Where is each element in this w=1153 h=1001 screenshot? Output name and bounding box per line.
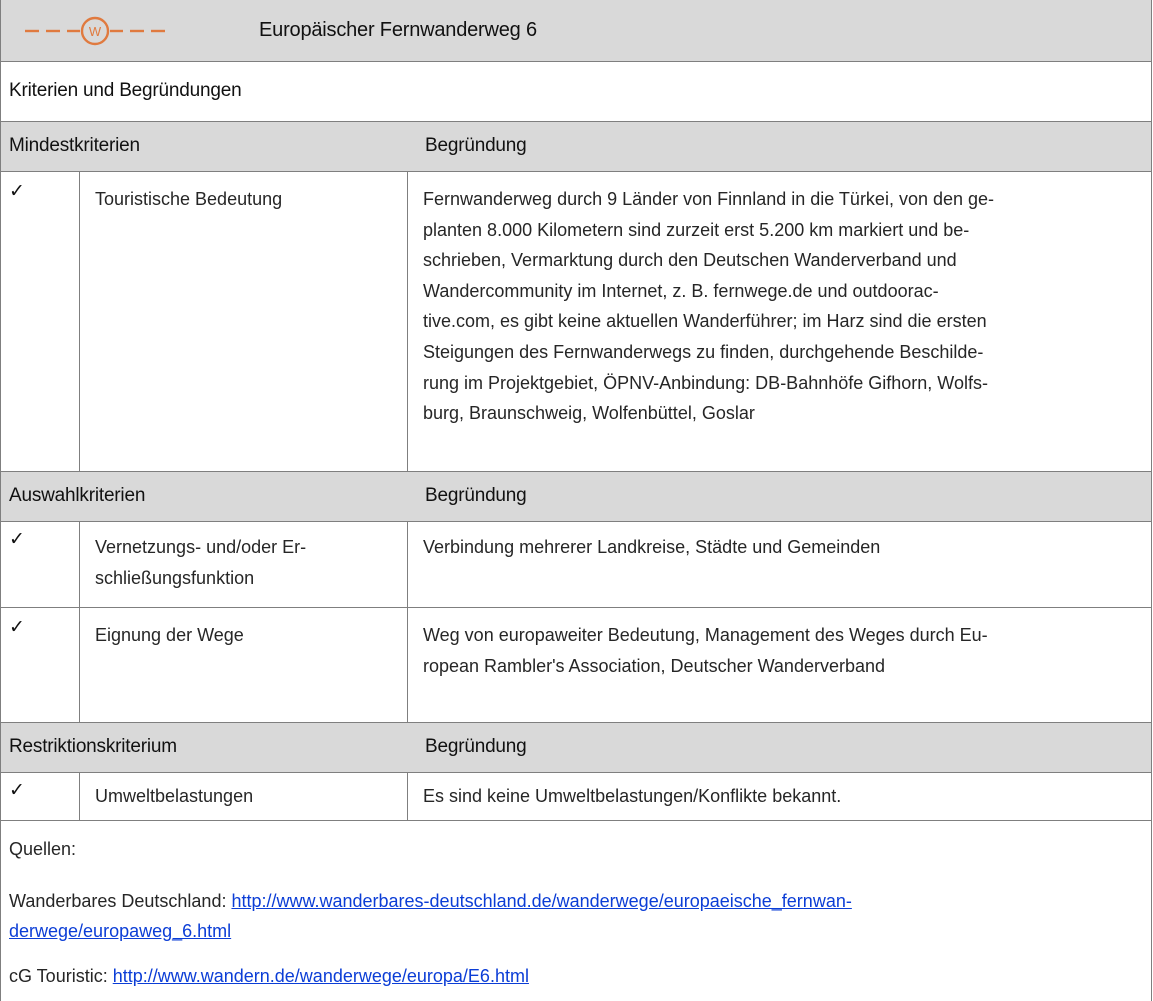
checkmark-icon: ✓ (9, 780, 25, 801)
source-entry-continued: derwege/europaweg_6.html (9, 921, 231, 942)
section-title-row: Kriterien und Begründungen (1, 62, 1151, 122)
criterion-reason: Fernwanderweg durch 9 Länder von Finnlan… (423, 189, 995, 424)
group-header-right: Begründung (425, 135, 527, 156)
sources-section: Quellen: Wanderbares Deutschland: http:/… (1, 821, 1151, 1001)
column-divider (79, 172, 80, 471)
source-link[interactable]: http://www.wanderbares-deutschland.de/wa… (231, 891, 851, 911)
group-header-left: Mindestkriterien (9, 135, 140, 156)
checkmark-icon: ✓ (9, 529, 25, 550)
source-label: Wanderbares Deutschland: (9, 891, 232, 911)
group-header-right: Begründung (425, 485, 527, 506)
section-title: Kriterien und Begründungen (9, 80, 242, 101)
source-entry: Wanderbares Deutschland: http://www.wand… (9, 891, 852, 912)
checkmark-icon: ✓ (9, 181, 25, 202)
criterion-label: Eignung der Wege (95, 625, 244, 645)
group-header-right: Begründung (425, 736, 527, 757)
criterion-label: Umweltbelastungen (95, 786, 254, 806)
logo-letter: W (89, 24, 102, 39)
group-header-mindestkriterien: Mindestkriterien Begründung (1, 122, 1151, 172)
column-divider (407, 773, 408, 820)
column-divider (407, 172, 408, 471)
criterion-label: Vernetzungs- und/oder Er- schließungsfun… (95, 537, 307, 588)
criterion-row: ✓ Eignung der Wege Weg von europaweiter … (1, 608, 1151, 723)
criterion-reason: Verbindung mehrerer Landkreise, Städte u… (423, 537, 881, 557)
column-divider (407, 522, 408, 607)
criterion-reason: Es sind keine Umweltbelastungen/Konflikt… (423, 786, 842, 806)
source-link[interactable]: http://www.wandern.de/wanderwege/europa/… (113, 966, 529, 986)
criterion-row: ✓ Vernetzungs- und/oder Er- schließungsf… (1, 522, 1151, 608)
group-header-auswahlkriterien: Auswahlkriterien Begründung (1, 472, 1151, 522)
criterion-reason: Weg von europaweiter Bedeutung, Manageme… (423, 625, 988, 676)
title-row: W Europäischer Fernwanderweg 6 (1, 0, 1151, 62)
group-header-left: Restriktionskriterium (9, 736, 177, 757)
group-header-restriktionskriterium: Restriktionskriterium Begründung (1, 723, 1151, 773)
column-divider (407, 608, 408, 722)
criterion-row: ✓ Umweltbelastungen Es sind keine Umwelt… (1, 773, 1151, 821)
source-entry: cG Touristic: http://www.wandern.de/wand… (9, 966, 529, 987)
group-header-left: Auswahlkriterien (9, 485, 146, 506)
route-logo-icon: W (25, 16, 165, 46)
sources-heading: Quellen: (9, 839, 77, 859)
source-label: cG Touristic: (9, 966, 113, 986)
source-link-continued[interactable]: derwege/europaweg_6.html (9, 921, 231, 941)
criteria-document: W Europäischer Fernwanderweg 6 Kriterien… (0, 0, 1152, 1001)
criterion-row: ✓ Touristische Bedeutung Fernwanderweg d… (1, 172, 1151, 472)
column-divider (79, 773, 80, 820)
criterion-label: Touristische Bedeutung (95, 189, 283, 209)
column-divider (79, 522, 80, 607)
column-divider (79, 608, 80, 722)
checkmark-icon: ✓ (9, 617, 25, 638)
page-title: Europäischer Fernwanderweg 6 (259, 19, 537, 41)
